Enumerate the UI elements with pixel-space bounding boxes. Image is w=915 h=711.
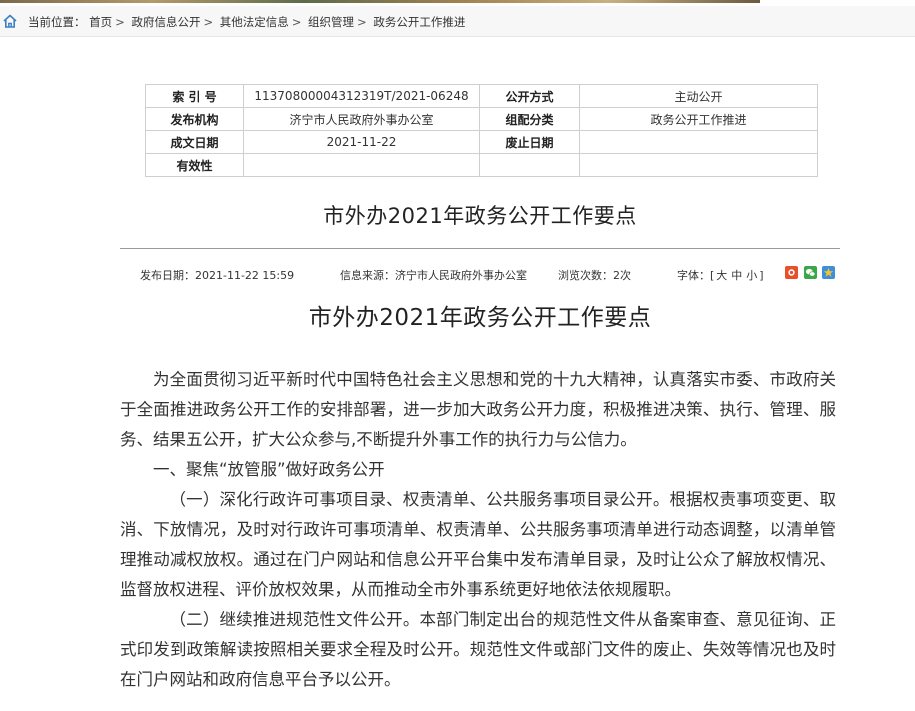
publisher-value: 济宁市人民政府外事办公室 <box>243 107 480 131</box>
metadata-table: 索 引 号 11370800004312319T/2021-06248 公开方式… <box>145 84 818 177</box>
breadcrumb-org-management[interactable]: 组织管理 <box>308 15 354 29</box>
written-date-value: 2021-11-22 <box>243 130 480 154</box>
paragraph: （一）深化行政许可事项目录、权责清单、公共服务事项目录公开。根据权责事项变更、取… <box>120 490 836 599</box>
table-row: 成文日期 2021-11-22 废止日期 <box>145 130 818 154</box>
publisher-label: 发布机构 <box>145 107 244 131</box>
disclosure-method-label: 公开方式 <box>479 84 580 108</box>
font-size-close: ] <box>759 269 764 282</box>
breadcrumb-separator: > <box>203 15 214 29</box>
table-row: 发布机构 济宁市人民政府外事办公室 组配分类 政务公开工作推进 <box>145 107 818 131</box>
paragraph: 为全面贯彻习近平新时代中国特色社会主义思想和党的十九大精神，认真落实市委、市政府… <box>120 370 836 449</box>
article-body: 为全面贯彻习近平新时代中国特色社会主义思想和党的十九大精神，认真落实市委、市政府… <box>120 365 836 695</box>
category-value: 政务公开工作推进 <box>579 107 818 131</box>
article-info-bar: 发布日期：2021-11-22 15:59 信息来源：济宁市人民政府外事办公室 … <box>120 266 840 282</box>
paragraph: （二）继续推进规范性文件公开。本部门制定出台的规范性文件从备案审查、意见征询、正… <box>120 610 836 689</box>
index-number-label: 索 引 号 <box>145 84 244 108</box>
breadcrumb-current[interactable]: 政务公开工作推进 <box>373 15 465 29</box>
empty-cell <box>479 153 580 177</box>
breadcrumb-prefix: 当前位置： <box>28 15 86 29</box>
category-label: 组配分类 <box>479 107 580 131</box>
breadcrumb-bar: 当前位置： 首页 > 政府信息公开 > 其他法定信息 > 组织管理 > 政务公开工作推进 <box>0 6 915 37</box>
share-icon[interactable] <box>785 266 798 279</box>
publish-date: 发布日期：2021-11-22 15:59 <box>140 269 295 282</box>
font-large-link[interactable]: 大 <box>716 269 727 282</box>
written-date-label: 成文日期 <box>145 130 244 154</box>
info-source: 信息来源：济宁市人民政府外事办公室 <box>340 269 527 282</box>
validity-value <box>243 153 480 177</box>
abolish-date-label: 废止日期 <box>479 130 580 154</box>
home-icon[interactable] <box>2 13 18 29</box>
table-row: 索 引 号 11370800004312319T/2021-06248 公开方式… <box>145 84 818 108</box>
breadcrumb-separator: > <box>115 15 125 29</box>
abolish-date-value <box>579 130 818 154</box>
section-heading: 一、聚焦“放管服”做好政务公开 <box>153 460 385 479</box>
font-medium-link[interactable]: 中 <box>731 269 742 282</box>
top-banner-strip <box>0 0 760 3</box>
breadcrumb: 当前位置： 首页 > 政府信息公开 > 其他法定信息 > 组织管理 > 政务公开工作推进 <box>28 14 465 30</box>
page-title: 市外办2021年政务公开工作要点 <box>323 204 637 228</box>
validity-label: 有效性 <box>145 153 244 177</box>
breadcrumb-separator: > <box>357 15 367 29</box>
breadcrumb-other-info[interactable]: 其他法定信息 <box>220 15 289 29</box>
qzone-icon[interactable] <box>822 266 835 279</box>
index-number-value: 11370800004312319T/2021-06248 <box>243 84 480 108</box>
wechat-icon[interactable] <box>804 266 817 279</box>
font-size-switcher: 字体：[大中小] <box>677 267 764 283</box>
disclosure-method-value: 主动公开 <box>579 84 818 108</box>
divider <box>120 248 840 249</box>
breadcrumb-separator: > <box>291 15 302 29</box>
view-count: 浏览次数：2次 <box>558 269 631 282</box>
breadcrumb-home[interactable]: 首页 <box>89 15 112 29</box>
article-title: 市外办2021年政务公开工作要点 <box>308 305 652 331</box>
table-row: 有效性 <box>145 153 818 177</box>
font-small-link[interactable]: 小 <box>746 269 757 282</box>
breadcrumb-gov-info[interactable]: 政府信息公开 <box>131 15 200 29</box>
font-size-label: 字体：[ <box>677 269 715 282</box>
empty-cell <box>579 153 818 177</box>
